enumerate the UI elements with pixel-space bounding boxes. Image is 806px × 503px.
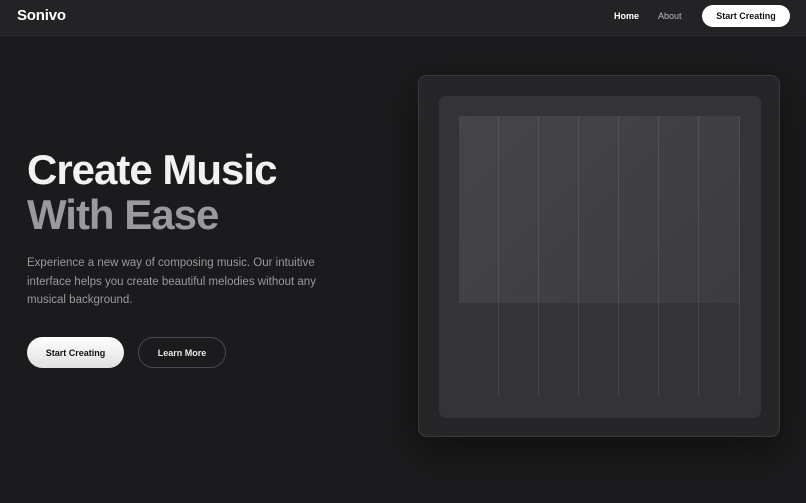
mockup-screen	[439, 96, 761, 418]
hero-learn-more-button[interactable]: Learn More	[138, 337, 226, 368]
grid-line	[498, 116, 499, 396]
top-navbar: Sonivo Home About Start Creating	[0, 0, 806, 36]
hero-title-line-1: Create Music	[27, 146, 277, 193]
nav-link-home[interactable]: Home	[614, 11, 639, 21]
grid-line	[698, 116, 699, 396]
grid-line	[538, 116, 539, 396]
hero-title-line-2: With Ease	[27, 191, 219, 238]
grid-line	[739, 116, 740, 396]
nav-start-creating-button[interactable]: Start Creating	[702, 5, 790, 27]
grid-line	[578, 116, 579, 396]
sequencer-grid	[459, 116, 740, 396]
nav-link-about[interactable]: About	[658, 11, 682, 21]
hero-title: Create Music With Ease	[27, 146, 277, 238]
music-editor-mockup	[418, 75, 780, 437]
brand-logo[interactable]: Sonivo	[17, 7, 66, 24]
grid-line	[618, 116, 619, 396]
hero-description: Experience a new way of composing music.…	[27, 257, 316, 306]
grid-line	[658, 116, 659, 396]
hero-start-creating-button[interactable]: Start Creating	[27, 337, 124, 368]
